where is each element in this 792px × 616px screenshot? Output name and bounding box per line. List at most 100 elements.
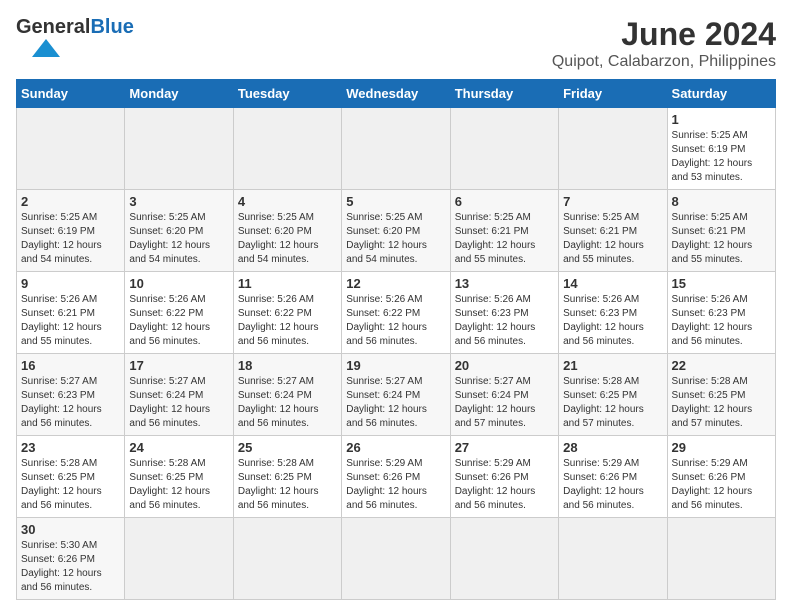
calendar-row-0: 1 Sunrise: 5:25 AM Sunset: 6:19 PM Daylig…: [17, 108, 776, 190]
day-info: Sunrise: 5:28 AM Sunset: 6:25 PM Dayligh…: [21, 457, 120, 513]
calendar-cell-28: 23Sunrise: 5:28 AM Sunset: 6:25 PM Dayli…: [17, 436, 125, 518]
calendar-cell-33: 28 Sunrise: 5:29 AM Sunset: 6:26 PM Dayli…: [559, 436, 667, 518]
day-number: 24: [129, 440, 228, 455]
calendar-cell-22: 17Sunrise: 5:27 AM Sunset: 6:24 PM Dayli…: [125, 354, 233, 436]
weekday-header-tuesday: Tuesday: [233, 80, 341, 108]
day-info: Sunrise: 5:26 AM Sunset: 6:23 PM Dayligh…: [563, 293, 662, 349]
calendar-row-1: 2Sunrise: 5:25 AM Sunset: 6:19 PM Daylig…: [17, 190, 776, 272]
calendar-table: SundayMondayTuesdayWednesdayThursdayFrid…: [16, 79, 776, 600]
weekday-header-monday: Monday: [125, 80, 233, 108]
header: General Blue June 2024 Quipot, Calabarzo…: [16, 16, 776, 71]
day-number: 1: [672, 112, 771, 127]
day-info: Sunrise: 5:29 AM Sunset: 6:26 PM Dayligh…: [672, 457, 771, 513]
calendar-cell-2: [233, 108, 341, 190]
calendar-row-4: 23Sunrise: 5:28 AM Sunset: 6:25 PM Dayli…: [17, 436, 776, 518]
calendar-cell-30: 25 Sunrise: 5:28 AM Sunset: 6:25 PM Dayli…: [233, 436, 341, 518]
day-info: Sunrise: 5:29 AM Sunset: 6:26 PM Dayligh…: [346, 457, 445, 513]
calendar-cell-19: 14Sunrise: 5:26 AM Sunset: 6:23 PM Dayli…: [559, 272, 667, 354]
calendar-row-2: 9 Sunrise: 5:26 AM Sunset: 6:21 PM Daylig…: [17, 272, 776, 354]
day-info: Sunrise: 5:26 AM Sunset: 6:22 PM Dayligh…: [129, 293, 228, 349]
calendar-cell-9: 4 Sunrise: 5:25 AM Sunset: 6:20 PM Daylig…: [233, 190, 341, 272]
day-info: Sunrise: 5:27 AM Sunset: 6:24 PM Dayligh…: [455, 375, 554, 431]
logo: General Blue: [16, 16, 134, 59]
day-number: 27: [455, 440, 554, 455]
day-info: Sunrise: 5:28 AM Sunset: 6:25 PM Dayligh…: [238, 457, 337, 513]
day-number: 21: [563, 358, 662, 373]
calendar-cell-6: 1 Sunrise: 5:25 AM Sunset: 6:19 PM Daylig…: [667, 108, 775, 190]
day-info: Sunrise: 5:26 AM Sunset: 6:23 PM Dayligh…: [672, 293, 771, 349]
calendar-cell-40: [559, 518, 667, 600]
weekday-header-thursday: Thursday: [450, 80, 558, 108]
calendar-cell-20: 15Sunrise: 5:26 AM Sunset: 6:23 PM Dayli…: [667, 272, 775, 354]
weekday-header-row: SundayMondayTuesdayWednesdayThursdayFrid…: [17, 80, 776, 108]
calendar-cell-16: 11 Sunrise: 5:26 AM Sunset: 6:22 PM Dayli…: [233, 272, 341, 354]
day-number: 25: [238, 440, 337, 455]
calendar-cell-11: 6Sunrise: 5:25 AM Sunset: 6:21 PM Daylig…: [450, 190, 558, 272]
day-number: 29: [672, 440, 771, 455]
calendar-cell-25: 20 Sunrise: 5:27 AM Sunset: 6:24 PM Dayli…: [450, 354, 558, 436]
day-number: 9: [21, 276, 120, 291]
day-info: Sunrise: 5:28 AM Sunset: 6:25 PM Dayligh…: [563, 375, 662, 431]
day-number: 19: [346, 358, 445, 373]
day-number: 6: [455, 194, 554, 209]
day-info: Sunrise: 5:25 AM Sunset: 6:21 PM Dayligh…: [563, 211, 662, 267]
day-number: 22: [672, 358, 771, 373]
day-number: 11: [238, 276, 337, 291]
weekday-header-wednesday: Wednesday: [342, 80, 450, 108]
day-info: Sunrise: 5:26 AM Sunset: 6:22 PM Dayligh…: [238, 293, 337, 349]
day-number: 26: [346, 440, 445, 455]
calendar-cell-34: 29 Sunrise: 5:29 AM Sunset: 6:26 PM Dayli…: [667, 436, 775, 518]
calendar-cell-39: [450, 518, 558, 600]
logo-general-text: General: [16, 16, 90, 39]
logo-icon: [16, 39, 76, 59]
calendar-cell-13: 8Sunrise: 5:25 AM Sunset: 6:21 PM Daylig…: [667, 190, 775, 272]
logo-blue-text: Blue: [90, 16, 133, 39]
day-info: Sunrise: 5:30 AM Sunset: 6:26 PM Dayligh…: [21, 539, 120, 595]
title-area: June 2024 Quipot, Calabarzon, Philippine…: [552, 16, 776, 71]
calendar-cell-37: [233, 518, 341, 600]
calendar-cell-29: 24 Sunrise: 5:28 AM Sunset: 6:25 PM Dayli…: [125, 436, 233, 518]
calendar-cell-32: 27Sunrise: 5:29 AM Sunset: 6:26 PM Dayli…: [450, 436, 558, 518]
calendar-row-3: 16Sunrise: 5:27 AM Sunset: 6:23 PM Dayli…: [17, 354, 776, 436]
calendar-cell-18: 13Sunrise: 5:26 AM Sunset: 6:23 PM Dayli…: [450, 272, 558, 354]
calendar-cell-4: [450, 108, 558, 190]
calendar-cell-38: [342, 518, 450, 600]
day-number: 30: [21, 522, 120, 537]
calendar-cell-41: [667, 518, 775, 600]
calendar-cell-14: 9 Sunrise: 5:26 AM Sunset: 6:21 PM Daylig…: [17, 272, 125, 354]
weekday-header-saturday: Saturday: [667, 80, 775, 108]
day-number: 20: [455, 358, 554, 373]
day-info: Sunrise: 5:29 AM Sunset: 6:26 PM Dayligh…: [563, 457, 662, 513]
weekday-header-friday: Friday: [559, 80, 667, 108]
calendar-cell-1: [125, 108, 233, 190]
calendar-cell-0: [17, 108, 125, 190]
day-info: Sunrise: 5:25 AM Sunset: 6:20 PM Dayligh…: [346, 211, 445, 267]
day-number: 7: [563, 194, 662, 209]
day-info: Sunrise: 5:26 AM Sunset: 6:21 PM Dayligh…: [21, 293, 120, 349]
day-number: 4: [238, 194, 337, 209]
day-info: Sunrise: 5:28 AM Sunset: 6:25 PM Dayligh…: [129, 457, 228, 513]
day-info: Sunrise: 5:25 AM Sunset: 6:20 PM Dayligh…: [129, 211, 228, 267]
day-number: 17: [129, 358, 228, 373]
day-number: 2: [21, 194, 120, 209]
day-number: 3: [129, 194, 228, 209]
day-info: Sunrise: 5:25 AM Sunset: 6:20 PM Dayligh…: [238, 211, 337, 267]
calendar-cell-27: 22Sunrise: 5:28 AM Sunset: 6:25 PM Dayli…: [667, 354, 775, 436]
day-info: Sunrise: 5:27 AM Sunset: 6:24 PM Dayligh…: [346, 375, 445, 431]
day-info: Sunrise: 5:26 AM Sunset: 6:22 PM Dayligh…: [346, 293, 445, 349]
day-info: Sunrise: 5:25 AM Sunset: 6:21 PM Dayligh…: [672, 211, 771, 267]
calendar-row-5: 30 Sunrise: 5:30 AM Sunset: 6:26 PM Dayli…: [17, 518, 776, 600]
day-number: 28: [563, 440, 662, 455]
calendar-cell-12: 7 Sunrise: 5:25 AM Sunset: 6:21 PM Daylig…: [559, 190, 667, 272]
day-info: Sunrise: 5:27 AM Sunset: 6:23 PM Dayligh…: [21, 375, 120, 431]
calendar-cell-31: 26 Sunrise: 5:29 AM Sunset: 6:26 PM Dayli…: [342, 436, 450, 518]
day-info: Sunrise: 5:25 AM Sunset: 6:19 PM Dayligh…: [672, 129, 771, 185]
calendar-cell-17: 12Sunrise: 5:26 AM Sunset: 6:22 PM Dayli…: [342, 272, 450, 354]
calendar-cell-35: 30 Sunrise: 5:30 AM Sunset: 6:26 PM Dayli…: [17, 518, 125, 600]
day-number: 18: [238, 358, 337, 373]
day-number: 5: [346, 194, 445, 209]
calendar-cell-8: 3 Sunrise: 5:25 AM Sunset: 6:20 PM Daylig…: [125, 190, 233, 272]
day-number: 13: [455, 276, 554, 291]
weekday-header-sunday: Sunday: [17, 80, 125, 108]
calendar-cell-5: [559, 108, 667, 190]
